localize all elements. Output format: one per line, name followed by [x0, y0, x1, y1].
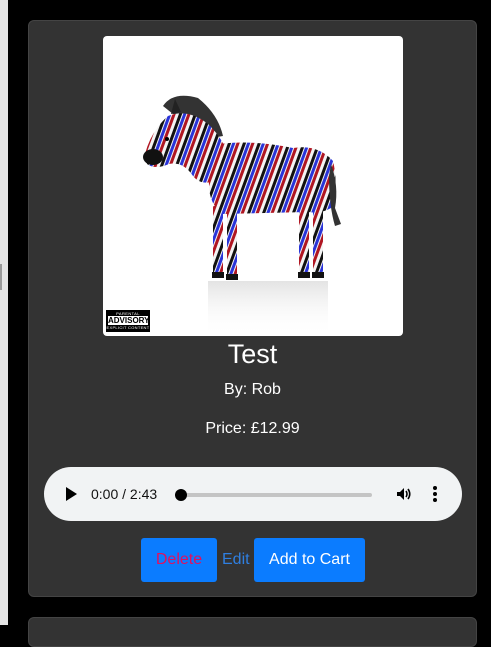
add-to-cart-button[interactable]: Add to Cart	[254, 538, 365, 582]
product-price: Price: £12.99	[205, 420, 300, 437]
product-card: PARENTAL ADVISORY EXPLICIT CONTENT Test …	[28, 20, 477, 597]
edit-link[interactable]: Edit	[222, 550, 250, 570]
resize-handle[interactable]	[0, 264, 2, 290]
play-icon[interactable]	[66, 487, 77, 501]
next-product-card	[28, 617, 477, 647]
advisory-line3: EXPLICIT CONTENT	[106, 325, 150, 330]
album-cover: PARENTAL ADVISORY EXPLICIT CONTENT	[103, 36, 403, 336]
delete-button[interactable]: Delete	[141, 538, 217, 582]
parental-advisory-label: PARENTAL ADVISORY EXPLICIT CONTENT	[106, 310, 150, 332]
audio-progress-thumb[interactable]	[175, 489, 187, 501]
advisory-line2: ADVISORY	[108, 316, 150, 325]
left-page-strip	[0, 0, 8, 625]
product-artist: By: Rob	[224, 381, 281, 398]
more-vertical-icon[interactable]	[432, 486, 438, 502]
volume-icon[interactable]	[396, 486, 412, 502]
audio-progress-track[interactable]	[180, 493, 372, 497]
audio-player[interactable]: 0:00 / 2:43	[44, 467, 462, 521]
zebra-image	[143, 95, 341, 336]
audio-time: 0:00 / 2:43	[91, 486, 158, 502]
product-title: Test	[227, 339, 278, 369]
